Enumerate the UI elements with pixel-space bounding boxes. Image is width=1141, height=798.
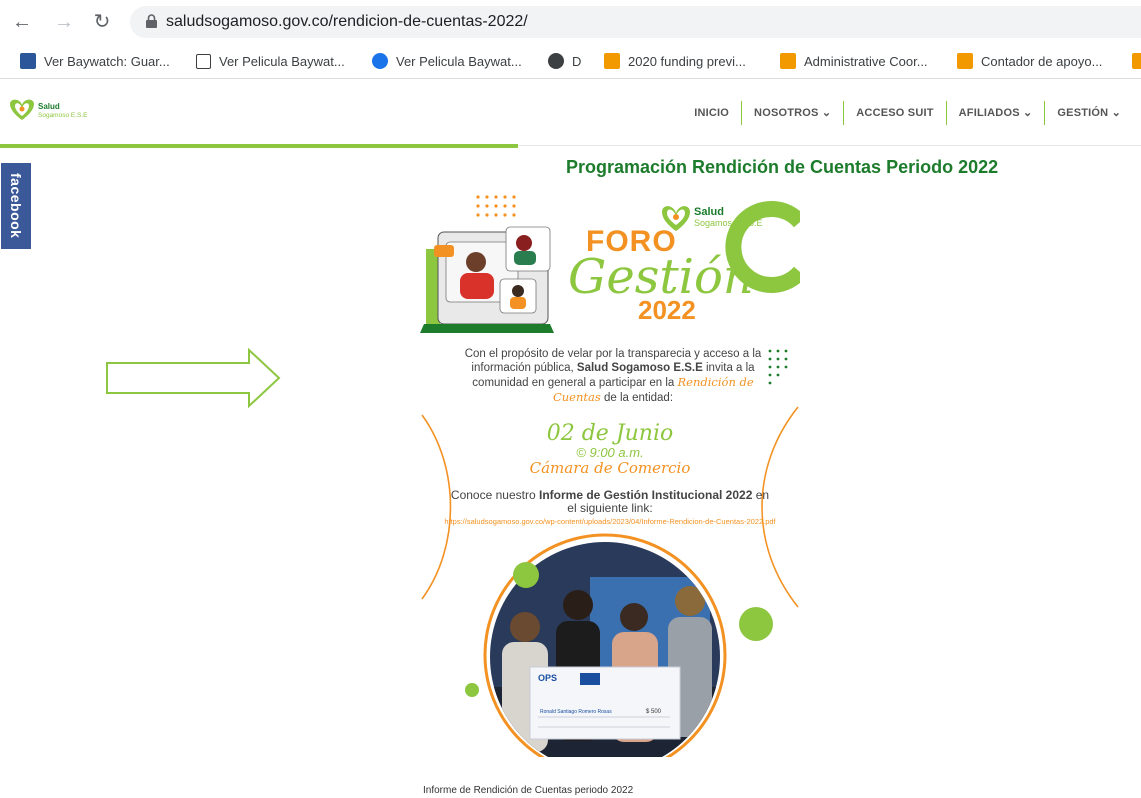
back-arrow-icon[interactable]: ← [10, 10, 34, 34]
bookmark-item[interactable]: Ver Pelicula Baywat... [372, 52, 522, 70]
menu-acceso-suit[interactable]: ACCESO SUIT [844, 100, 945, 126]
main-menu: INICIO NOSOTROS ⌄ ACCESO SUIT AFILIADOS … [682, 100, 1133, 126]
report-download-link[interactable]: Informe de Rendición de Cuentas periodo … [423, 785, 633, 796]
doc-icon [957, 53, 973, 69]
event-poster: Salud Sogamoso E.S.E OPS Ronald Santiago… [420, 187, 800, 757]
check-amount: $ 500 [646, 709, 662, 715]
invite-text: de la entidad: [600, 392, 674, 404]
doc-icon [604, 53, 620, 69]
dot-decoration [513, 562, 539, 588]
check-name: Ronald Santiago Romero Rosas [540, 709, 612, 715]
lock-icon [146, 14, 157, 28]
dot-decoration [465, 683, 479, 697]
dot-decoration [739, 607, 773, 641]
check-brand: OPS [538, 673, 557, 683]
poster-place: Cámara de Comercio [529, 459, 691, 477]
browser-toolbar: ← → ↻ saludsogamoso.gov.co/rendicion-de-… [0, 0, 1141, 44]
bookmark-label: Contador de apoyo... [981, 53, 1103, 69]
dot-grid-decoration [476, 195, 516, 217]
bookmark-item[interactable]: 2020 funding previ... [604, 52, 746, 70]
bookmark-item[interactable]: D [548, 52, 581, 70]
bookmark-item[interactable]: Ver Pelicula Baywat... [196, 52, 345, 70]
facebook-tab[interactable]: facebook [1, 163, 31, 249]
bookmark-item[interactable]: Ver Baywatch: Guar... [20, 52, 170, 70]
bookmark-label: Ver Pelicula Baywat... [396, 53, 522, 69]
bookmark-item[interactable]: Administrative Coor... [780, 52, 928, 70]
bookmark-label: Administrative Coor... [804, 53, 928, 69]
poster-invitation: Con el propósito de velar por la transpa… [448, 347, 778, 405]
logo-subtext: Sogamoso E.S.E [38, 112, 88, 119]
menu-inicio[interactable]: INICIO [682, 100, 741, 126]
invite-org: Salud Sogamoso E.S.E [576, 362, 703, 374]
report-title: Informe de Gestión Institucional 2022 [538, 488, 753, 502]
poster-report-text: Conoce nuestro Informe de Gestión Instit… [450, 489, 770, 515]
poster-time: © 9:00 a.m. [576, 445, 644, 460]
play-icon [372, 53, 388, 69]
report-link[interactable]: https://saludsogamoso.gov.co/wp-content/… [440, 517, 780, 527]
video-call-illustration [420, 226, 554, 333]
doc-icon [780, 53, 796, 69]
film-icon [196, 53, 211, 69]
bookmark-overflow[interactable] [1132, 52, 1141, 70]
doc-icon [1132, 53, 1141, 69]
url-text[interactable]: saludsogamoso.gov.co/rendicion-de-cuenta… [166, 13, 528, 31]
site-logo[interactable]: Salud Sogamoso E.S.E [6, 96, 116, 128]
arrow-right-icon [106, 348, 281, 408]
poster-year: 2022 [638, 295, 696, 325]
report-text: Conoce nuestro [450, 488, 539, 502]
globe-icon [548, 53, 564, 69]
bookmark-label: Ver Pelicula Baywat... [219, 53, 345, 69]
page-title: Programación Rendición de Cuentas Period… [566, 157, 999, 177]
bookmarks-bar: Ver Baywatch: Guar... Ver Pelicula Baywa… [0, 44, 1141, 79]
header-accent-line [0, 144, 518, 148]
logo-text: Salud [38, 102, 60, 111]
forward-arrow-icon[interactable]: → [52, 10, 76, 34]
menu-nosotros[interactable]: NOSOTROS ⌄ [742, 100, 843, 126]
header-divider [518, 145, 1141, 146]
bookmark-label: D [572, 53, 582, 69]
poster-logo-text: Salud [694, 206, 724, 218]
baywatch-icon [20, 53, 36, 69]
menu-gestion[interactable]: GESTIÓN ⌄ [1045, 100, 1133, 126]
menu-afiliados[interactable]: AFILIADOS ⌄ [947, 100, 1045, 126]
reload-icon[interactable]: ↻ [90, 10, 114, 34]
bookmark-item[interactable]: Contador de apoyo... [957, 52, 1102, 70]
bookmark-label: Ver Baywatch: Guar... [44, 53, 170, 69]
poster-date: 02 de Junio [546, 421, 674, 446]
bookmark-label: 2020 funding previ... [628, 53, 746, 69]
